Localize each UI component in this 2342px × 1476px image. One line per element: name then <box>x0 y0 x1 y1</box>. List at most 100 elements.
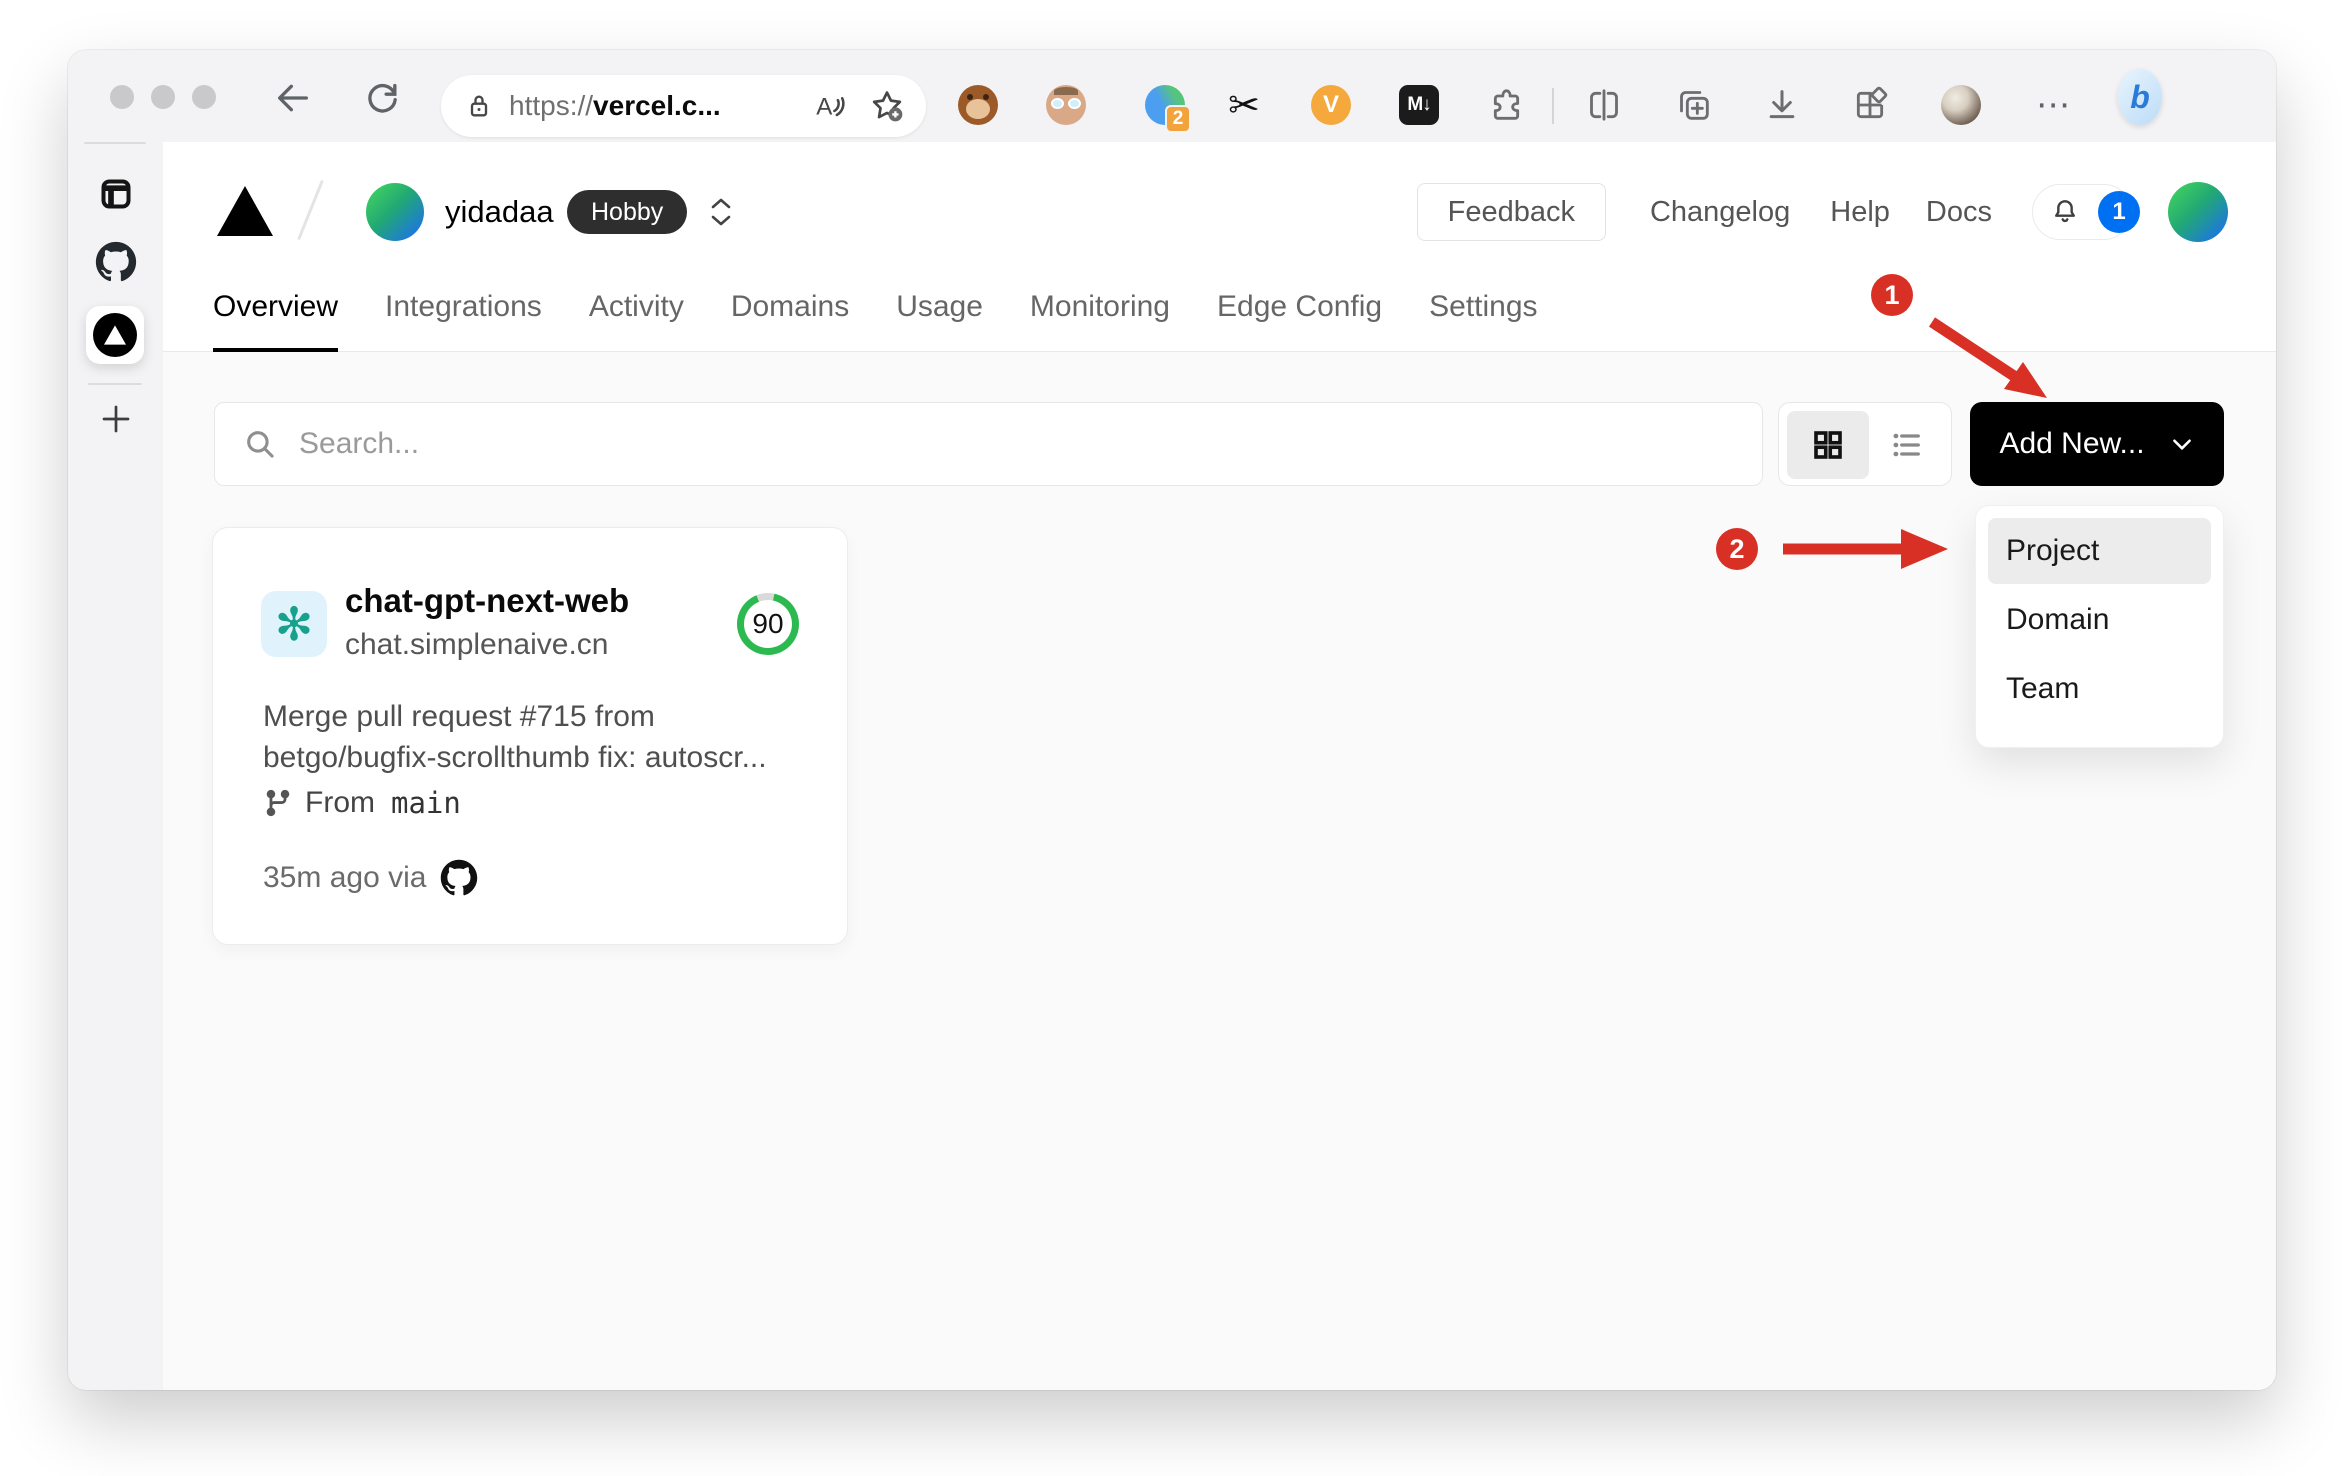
extension-scissors-icon[interactable]: ✂ <box>1222 83 1266 127</box>
refresh-icon[interactable] <box>360 76 404 120</box>
project-domain[interactable]: chat.simplenaive.cn <box>345 628 608 662</box>
extension-v-icon[interactable]: V <box>1309 83 1353 127</box>
split-screen-icon[interactable] <box>1582 83 1626 127</box>
dropdown-item-domain[interactable]: Domain <box>1988 587 2211 653</box>
tab-integrations[interactable]: Integrations <box>385 282 542 352</box>
commit-line-2: betgo/bugfix-scrollthumb fix: autoscr... <box>263 741 767 774</box>
downloads-icon[interactable] <box>1760 83 1804 127</box>
branch-prefix: From <box>305 786 375 819</box>
docs-link[interactable]: Docs <box>1926 196 1992 229</box>
project-card[interactable]: ✻ chat-gpt-next-web chat.simplenaive.cn … <box>212 527 848 945</box>
score-ring: 90 <box>737 593 799 655</box>
vercel-header: yidadaa Hobby Feedback Changelog Help Do… <box>163 142 2276 352</box>
team-switcher-icon[interactable] <box>703 186 739 238</box>
window-zoom-button[interactable] <box>192 85 216 109</box>
url-scheme: https:// <box>509 90 594 121</box>
grid-view-button[interactable] <box>1787 411 1869 479</box>
sidebar-toggle-icon[interactable] <box>94 172 138 216</box>
window-minimize-button[interactable] <box>151 85 175 109</box>
extension-badge: 2 <box>1165 105 1191 133</box>
github-tab-icon[interactable] <box>94 240 138 284</box>
commit-message: Merge pull request #715 from betgo/bugfi… <box>263 696 808 778</box>
chevron-down-icon <box>2172 439 2191 450</box>
back-icon[interactable] <box>271 76 315 120</box>
tab-edge-config[interactable]: Edge Config <box>1217 282 1382 352</box>
git-branch-icon <box>266 789 290 817</box>
commit-line-1: Merge pull request #715 from <box>263 700 655 733</box>
collections-icon[interactable] <box>1672 83 1716 127</box>
vercel-tab-active[interactable] <box>86 306 144 364</box>
tab-usage[interactable]: Usage <box>896 282 983 352</box>
screenshot-stage: https://vercel.c... A 2 ✂ V M↓ ⋯ b yidad… <box>0 0 2342 1476</box>
extension-avatar-glasses-icon[interactable] <box>1044 83 1088 127</box>
window-close-button[interactable] <box>110 85 134 109</box>
svg-text:A: A <box>816 94 833 121</box>
openai-logo-icon: ✻ <box>274 597 314 651</box>
dashboard-tabs: Overview Integrations Activity Domains U… <box>213 282 1538 352</box>
browser-toolbar: https://vercel.c... A 2 ✂ V M↓ ⋯ b <box>68 50 2276 142</box>
extensions-puzzle-icon[interactable] <box>1485 83 1529 127</box>
header-actions: Feedback Changelog Help Docs 1 <box>1416 142 2228 282</box>
deployed-ago-text: 35m ago via <box>263 861 427 894</box>
sidebar-divider <box>84 142 146 144</box>
grid-view-icon <box>1814 431 1842 459</box>
add-new-dropdown: Project Domain Team <box>1975 505 2224 748</box>
browser-window: https://vercel.c... A 2 ✂ V M↓ ⋯ b yidad… <box>68 50 2276 1390</box>
project-icon-tile: ✻ <box>261 591 327 657</box>
more-menu-icon[interactable]: ⋯ <box>2032 83 2076 127</box>
team-name: yidadaa <box>445 194 554 229</box>
feedback-button[interactable]: Feedback <box>1416 183 1606 241</box>
read-aloud-icon[interactable]: A <box>812 89 846 123</box>
user-avatar[interactable] <box>2168 182 2228 242</box>
url-host: vercel.c... <box>593 90 721 121</box>
search-input[interactable] <box>299 427 1499 461</box>
lock-icon <box>470 95 488 117</box>
extension-monkey-icon[interactable] <box>956 83 1000 127</box>
score-value: 90 <box>744 600 792 648</box>
list-view-button[interactable] <box>1869 411 1945 479</box>
bell-icon <box>2055 200 2075 223</box>
search-icon <box>247 431 274 458</box>
project-search[interactable] <box>214 402 1763 486</box>
annotation-step-2: 2 <box>1716 528 1758 570</box>
tab-overview[interactable]: Overview <box>213 282 339 352</box>
team-avatar <box>366 183 424 241</box>
extension-translate-icon[interactable]: 2 <box>1143 83 1191 133</box>
vercel-logo[interactable] <box>217 186 273 236</box>
tab-activity[interactable]: Activity <box>589 282 684 352</box>
branch-row: From main <box>263 786 461 820</box>
page-content: yidadaa Hobby Feedback Changelog Help Do… <box>163 142 2276 1390</box>
list-view-icon <box>1893 433 1920 457</box>
dropdown-item-team[interactable]: Team <box>1988 656 2211 722</box>
vercel-favicon <box>93 313 137 357</box>
project-name[interactable]: chat-gpt-next-web <box>345 582 629 620</box>
dropdown-item-project[interactable]: Project <box>1988 518 2211 584</box>
notifications-button[interactable]: 1 <box>2032 184 2140 240</box>
sidebar-divider <box>88 383 142 385</box>
deployment-meta-row: 35m ago via <box>263 859 478 897</box>
url-text: https://vercel.c... <box>509 90 721 122</box>
add-new-label: Add New... <box>1999 427 2145 460</box>
notification-count-badge: 1 <box>2098 191 2140 233</box>
github-source-icon <box>441 859 478 896</box>
branch-name: main <box>391 786 461 820</box>
changelog-link[interactable]: Changelog <box>1650 196 1790 229</box>
address-bar[interactable]: https://vercel.c... A <box>441 75 926 137</box>
annotation-step-1: 1 <box>1871 274 1913 316</box>
new-tab-plus-icon[interactable] <box>94 397 138 441</box>
breadcrumb-slash <box>297 179 324 241</box>
browser-profile-avatar[interactable] <box>1939 83 1983 127</box>
add-new-button[interactable]: Add New... <box>1970 402 2224 486</box>
browser-vertical-tab-strip <box>68 142 163 1390</box>
workspaces-icon[interactable] <box>1848 83 1892 127</box>
help-link[interactable]: Help <box>1830 196 1890 229</box>
tab-settings[interactable]: Settings <box>1429 282 1537 352</box>
tab-monitoring[interactable]: Monitoring <box>1030 282 1170 352</box>
extension-markdown-download-icon[interactable]: M↓ <box>1397 83 1441 127</box>
view-toggle <box>1778 402 1952 486</box>
favorites-add-icon[interactable] <box>868 87 906 125</box>
bing-chat-icon[interactable]: b <box>2118 69 2162 125</box>
tab-domains[interactable]: Domains <box>731 282 849 352</box>
toolbar-divider <box>1552 88 1554 124</box>
plan-badge: Hobby <box>567 190 688 234</box>
